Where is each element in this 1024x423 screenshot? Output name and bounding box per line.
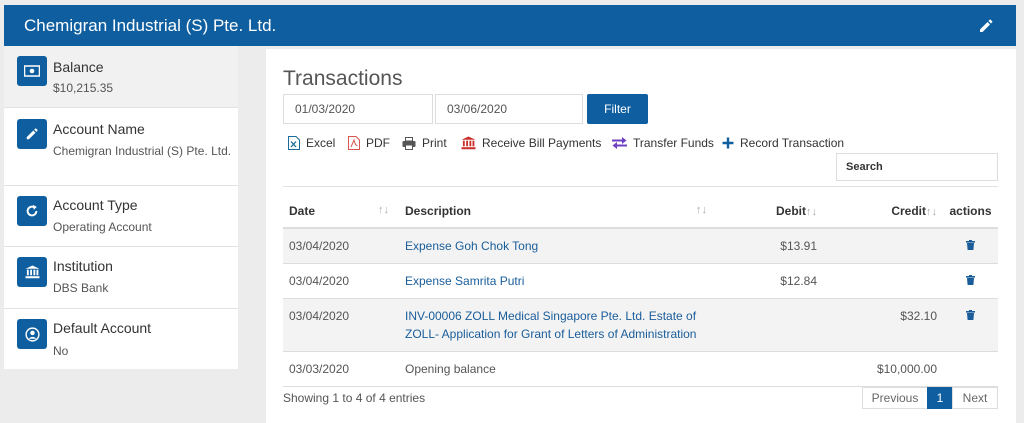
sidebar-item-account-type[interactable]: Account Type Operating Account xyxy=(4,186,238,247)
transactions-panel: Transactions 01/03/2020 03/06/2020 Filte… xyxy=(266,49,1016,423)
transactions-table: Date ↑↓ Description ↑↓ Debit↑↓ Credit↑↓ xyxy=(283,194,998,387)
sidebar-item-value: DBS Bank xyxy=(53,281,109,295)
sidebar-item-value: $10,215.35 xyxy=(53,81,114,95)
sidebar-item-account-name[interactable]: Account Name Chemigran Industrial (S) Pt… xyxy=(4,108,238,186)
cell-actions xyxy=(943,263,998,299)
column-description[interactable]: Description ↑↓ xyxy=(399,194,717,229)
sidebar-item-balance[interactable]: Balance $10,215.35 xyxy=(4,46,238,108)
table-row: 03/04/2020 Expense Samrita Putri $12.84 xyxy=(283,263,998,299)
transfer-funds-button[interactable]: Transfer Funds xyxy=(612,136,714,150)
table-row: 03/03/2020 Opening balance $10,000.00 xyxy=(283,351,998,387)
column-debit[interactable]: Debit↑↓ xyxy=(717,194,823,229)
record-transaction-label: Record Transaction xyxy=(740,136,845,150)
page-title: Transactions xyxy=(283,67,403,90)
column-date-label: Date xyxy=(289,203,316,218)
sidebar-item-value: Operating Account xyxy=(53,220,152,234)
page-1-button[interactable]: 1 xyxy=(927,387,953,409)
cell-debit xyxy=(717,298,823,352)
excel-icon xyxy=(288,136,300,150)
cell-debit xyxy=(717,351,823,387)
cell-date: 03/04/2020 xyxy=(283,263,399,299)
refresh-icon xyxy=(17,196,47,226)
sidebar-item-label: Default Account xyxy=(53,320,152,336)
print-label: Print xyxy=(422,136,447,150)
money-icon xyxy=(17,56,47,86)
cell-debit: $12.84 xyxy=(717,263,823,299)
date-to-input[interactable]: 03/06/2020 xyxy=(435,94,583,124)
cell-date: 03/04/2020 xyxy=(283,227,399,264)
transfer-funds-label: Transfer Funds xyxy=(633,136,714,150)
pdf-button[interactable]: PDF xyxy=(348,136,390,150)
column-actions: actions xyxy=(943,194,998,229)
cell-actions xyxy=(943,351,998,387)
cell-description-link[interactable]: Expense Samrita Putri xyxy=(399,263,717,299)
cell-date: 03/03/2020 xyxy=(283,351,399,387)
sort-icon[interactable]: ↑↓ xyxy=(696,204,707,216)
cell-date: 03/04/2020 xyxy=(283,298,399,352)
user-circle-icon xyxy=(17,319,47,349)
sidebar-item-value: No xyxy=(53,344,69,358)
sidebar-item-label: Balance xyxy=(53,59,104,75)
entries-info: Showing 1 to 4 of 4 entries xyxy=(283,391,426,405)
pdf-label: PDF xyxy=(366,136,390,150)
date-from-input[interactable]: 01/03/2020 xyxy=(283,94,433,124)
divider xyxy=(283,186,998,187)
cell-credit: $10,000.00 xyxy=(823,351,943,387)
sidebar-item-value: Chemigran Industrial (S) Pte. Ltd. xyxy=(53,144,232,158)
account-sidebar: Balance $10,215.35 Account Name Chemigra… xyxy=(4,46,238,369)
sidebar-item-label: Institution xyxy=(53,258,113,274)
sort-icon[interactable]: ↑↓ xyxy=(806,206,817,218)
previous-button[interactable]: Previous xyxy=(862,387,928,409)
edit-icon[interactable] xyxy=(978,18,994,34)
cell-credit: $32.10 xyxy=(823,298,943,352)
column-actions-label: actions xyxy=(949,203,992,218)
column-credit-label: Credit xyxy=(891,203,926,218)
column-date[interactable]: Date ↑↓ xyxy=(283,194,399,229)
search-input[interactable]: Search xyxy=(836,153,998,181)
trash-icon[interactable] xyxy=(966,310,975,320)
cell-actions xyxy=(943,227,998,264)
account-header: Chemigran Industrial (S) Pte. Ltd. xyxy=(4,5,1016,46)
excel-button[interactable]: Excel xyxy=(288,136,335,150)
account-title: Chemigran Industrial (S) Pte. Ltd. xyxy=(24,16,277,35)
table-row: 03/04/2020 Expense Goh Chok Tong $13.91 xyxy=(283,227,998,264)
bank-icon xyxy=(17,257,47,287)
receive-bill-payments-label: Receive Bill Payments xyxy=(482,136,602,150)
plus-icon xyxy=(722,137,734,149)
print-icon xyxy=(402,136,416,150)
record-transaction-button[interactable]: Record Transaction xyxy=(722,136,844,150)
sidebar-item-label: Account Type xyxy=(53,197,138,213)
column-debit-label: Debit xyxy=(776,203,806,218)
filter-button[interactable]: Filter xyxy=(587,94,648,124)
cell-credit xyxy=(823,263,943,299)
cell-actions xyxy=(943,298,998,352)
print-button[interactable]: Print xyxy=(402,136,447,150)
sidebar-item-label: Account Name xyxy=(53,121,145,137)
cell-credit xyxy=(823,227,943,264)
bank-icon xyxy=(461,136,476,150)
cell-description-link[interactable]: INV-00006 ZOLL Medical Singapore Pte. Lt… xyxy=(399,298,717,352)
receive-bill-payments-button[interactable]: Receive Bill Payments xyxy=(461,136,601,150)
column-description-label: Description xyxy=(405,203,472,218)
cell-description: Opening balance xyxy=(399,351,717,387)
account-panel: Chemigran Industrial (S) Pte. Ltd. Balan… xyxy=(4,5,1016,423)
pdf-icon xyxy=(348,136,360,150)
sort-icon[interactable]: ↑↓ xyxy=(926,206,937,218)
cell-description-link[interactable]: Expense Goh Chok Tong xyxy=(399,227,717,264)
column-credit[interactable]: Credit↑↓ xyxy=(823,194,943,229)
table-header-row: Date ↑↓ Description ↑↓ Debit↑↓ Credit↑↓ xyxy=(283,194,998,229)
excel-label: Excel xyxy=(306,136,336,150)
pencil-icon xyxy=(17,119,47,149)
sidebar-item-institution[interactable]: Institution DBS Bank xyxy=(4,247,238,309)
trash-icon[interactable] xyxy=(966,275,975,285)
sidebar-item-default-account[interactable]: Default Account No xyxy=(4,309,238,369)
next-button[interactable]: Next xyxy=(952,387,998,409)
trash-icon[interactable] xyxy=(966,240,975,250)
sort-icon[interactable]: ↑↓ xyxy=(378,204,389,216)
table-row: 03/04/2020 INV-00006 ZOLL Medical Singap… xyxy=(283,298,998,352)
exchange-icon xyxy=(612,137,627,149)
cell-debit: $13.91 xyxy=(717,227,823,264)
